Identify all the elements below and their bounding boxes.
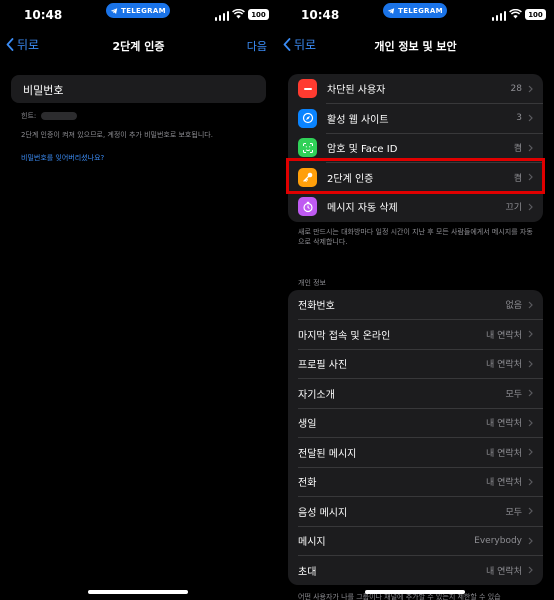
telegram-pill-label: TELEGRAM bbox=[121, 6, 166, 15]
chevron-right-icon bbox=[528, 566, 533, 574]
battery-icon: 100 bbox=[248, 9, 269, 20]
row-label: 메시지 bbox=[298, 537, 326, 549]
row-label: 전달된 메시지 bbox=[298, 448, 357, 460]
clock: 10:48 bbox=[24, 8, 63, 22]
chevron-right-icon bbox=[528, 203, 533, 211]
two-step-description: 2단계 인증이 켜져 있으므로, 계정이 추가 비밀번호로 보호됩니다. bbox=[21, 131, 213, 139]
chevron-right-icon bbox=[528, 389, 533, 397]
password-field[interactable]: 비밀번호 bbox=[11, 75, 266, 103]
auto-delete-note: 새로 만드시는 대화방마다 일정 시간이 지난 후 모든 사람들에게서 메시지를… bbox=[298, 228, 533, 246]
row-label: 음성 메시지 bbox=[298, 507, 348, 519]
telegram-icon bbox=[110, 7, 118, 14]
forwarded-messages-row[interactable]: 전달된 메시지 내 연락처 bbox=[288, 438, 543, 468]
blocked-users-row[interactable]: 차단된 사용자 28 bbox=[288, 74, 543, 104]
chevron-right-icon bbox=[528, 144, 533, 152]
privacy-security-screen: 10:48 TELEGRAM 100 뒤로 개인 정보 및 보안 차단된 사용자… bbox=[277, 0, 554, 600]
telegram-icon bbox=[387, 7, 395, 14]
wifi-icon bbox=[509, 9, 522, 19]
birthday-row[interactable]: 생일 내 연락처 bbox=[288, 408, 543, 438]
forgot-password-link[interactable]: 비밀번호를 잊어버리셨나요? bbox=[21, 153, 104, 163]
row-value: 없음 bbox=[505, 301, 522, 312]
row-label: 전화번호 bbox=[298, 301, 335, 313]
page-title: 개인 정보 및 보안 bbox=[374, 40, 457, 53]
row-label: 전화 bbox=[298, 478, 317, 490]
active-websites-row[interactable]: 활성 웹 사이트 3 bbox=[288, 104, 543, 134]
telegram-pill-label: TELEGRAM bbox=[398, 6, 443, 15]
chevron-right-icon bbox=[528, 507, 533, 515]
profile-photo-row[interactable]: 프로필 사진 내 연락처 bbox=[288, 349, 543, 379]
privacy-section-header: 개인 정보 bbox=[298, 279, 326, 287]
invites-row[interactable]: 초대 내 연락처 bbox=[288, 556, 543, 586]
row-value: 내 연락처 bbox=[486, 566, 522, 577]
wifi-icon bbox=[232, 9, 245, 19]
block-icon bbox=[298, 79, 317, 99]
chevron-right-icon bbox=[528, 330, 533, 338]
password-placeholder: 비밀번호 bbox=[23, 84, 64, 97]
home-indicator bbox=[365, 590, 465, 594]
row-label: 프로필 사진 bbox=[298, 360, 348, 372]
row-label: 활성 웹 사이트 bbox=[327, 114, 389, 126]
home-indicator bbox=[88, 590, 188, 594]
chevron-right-icon bbox=[528, 478, 533, 486]
voice-messages-row[interactable]: 음성 메시지 모두 bbox=[288, 497, 543, 527]
row-value: 모두 bbox=[505, 507, 522, 518]
row-value: 모두 bbox=[505, 389, 522, 400]
battery-level: 100 bbox=[251, 10, 266, 19]
row-value: 켬 bbox=[513, 144, 522, 155]
chevron-right-icon bbox=[528, 85, 533, 93]
row-label: 마지막 접속 및 온라인 bbox=[298, 330, 391, 342]
row-value: 내 연락처 bbox=[486, 360, 522, 371]
row-label: 메시지 자동 삭제 bbox=[327, 203, 398, 215]
compass-icon bbox=[298, 108, 317, 128]
next-button[interactable]: 다음 bbox=[247, 38, 267, 54]
security-group: 차단된 사용자 28 활성 웹 사이트 3 암호 및 Face ID 켬 2단계… bbox=[288, 74, 543, 222]
row-value: 3 bbox=[516, 113, 522, 124]
row-value: 28 bbox=[510, 83, 522, 94]
chevron-right-icon bbox=[528, 360, 533, 368]
row-value: 내 연락처 bbox=[486, 448, 522, 459]
calls-row[interactable]: 전화 내 연락처 bbox=[288, 467, 543, 497]
privacy-group: 전화번호 없음 마지막 접속 및 온라인 내 연락처 프로필 사진 내 연락처 … bbox=[288, 290, 543, 585]
telegram-pill[interactable]: TELEGRAM bbox=[106, 3, 170, 18]
signal-icon bbox=[491, 11, 506, 21]
last-seen-row[interactable]: 마지막 접속 및 온라인 내 연락처 bbox=[288, 320, 543, 350]
battery-icon: 100 bbox=[525, 9, 546, 20]
nav-bar: 뒤로 2단계 인증 다음 bbox=[0, 34, 277, 56]
timer-icon bbox=[298, 197, 317, 217]
status-bar: 10:48 TELEGRAM 100 bbox=[277, 0, 554, 30]
row-value: 내 연락처 bbox=[486, 478, 522, 489]
hint-label: 힌트: bbox=[21, 112, 37, 120]
battery-level: 100 bbox=[528, 10, 543, 19]
chevron-right-icon bbox=[528, 537, 533, 545]
chevron-right-icon bbox=[528, 419, 533, 427]
nav-bar: 뒤로 개인 정보 및 보안 bbox=[277, 34, 554, 56]
telegram-pill[interactable]: TELEGRAM bbox=[383, 3, 447, 18]
row-label: 차단된 사용자 bbox=[327, 85, 386, 97]
chevron-right-icon bbox=[528, 114, 533, 122]
page-title: 2단계 인증 bbox=[112, 40, 165, 53]
row-value: 내 연락처 bbox=[486, 419, 522, 430]
bio-row[interactable]: 자기소개 모두 bbox=[288, 379, 543, 409]
row-value: 끄기 bbox=[505, 203, 522, 214]
row-label: 자기소개 bbox=[298, 389, 335, 401]
row-label: 초대 bbox=[298, 566, 317, 578]
highlight-box bbox=[286, 158, 545, 194]
faceid-icon bbox=[298, 138, 317, 158]
row-value: 내 연락처 bbox=[486, 330, 522, 341]
messages-row[interactable]: 메시지 Everybody bbox=[288, 526, 543, 556]
clock: 10:48 bbox=[301, 8, 340, 22]
chevron-right-icon bbox=[528, 301, 533, 309]
signal-icon bbox=[214, 11, 229, 21]
auto-delete-row[interactable]: 메시지 자동 삭제 끄기 bbox=[288, 192, 543, 222]
row-label: 생일 bbox=[298, 419, 317, 431]
row-label: 암호 및 Face ID bbox=[327, 144, 398, 156]
chevron-right-icon bbox=[528, 448, 533, 456]
status-bar: 10:48 TELEGRAM 100 bbox=[0, 0, 277, 30]
password-hint: 힌트: bbox=[21, 111, 78, 121]
hint-redacted bbox=[41, 112, 78, 120]
two-step-verification-screen: 10:48 TELEGRAM 100 뒤로 2단계 인증 다음 비밀번호 힌트:… bbox=[0, 0, 277, 600]
phone-number-row[interactable]: 전화번호 없음 bbox=[288, 290, 543, 320]
row-value: Everybody bbox=[474, 535, 522, 546]
